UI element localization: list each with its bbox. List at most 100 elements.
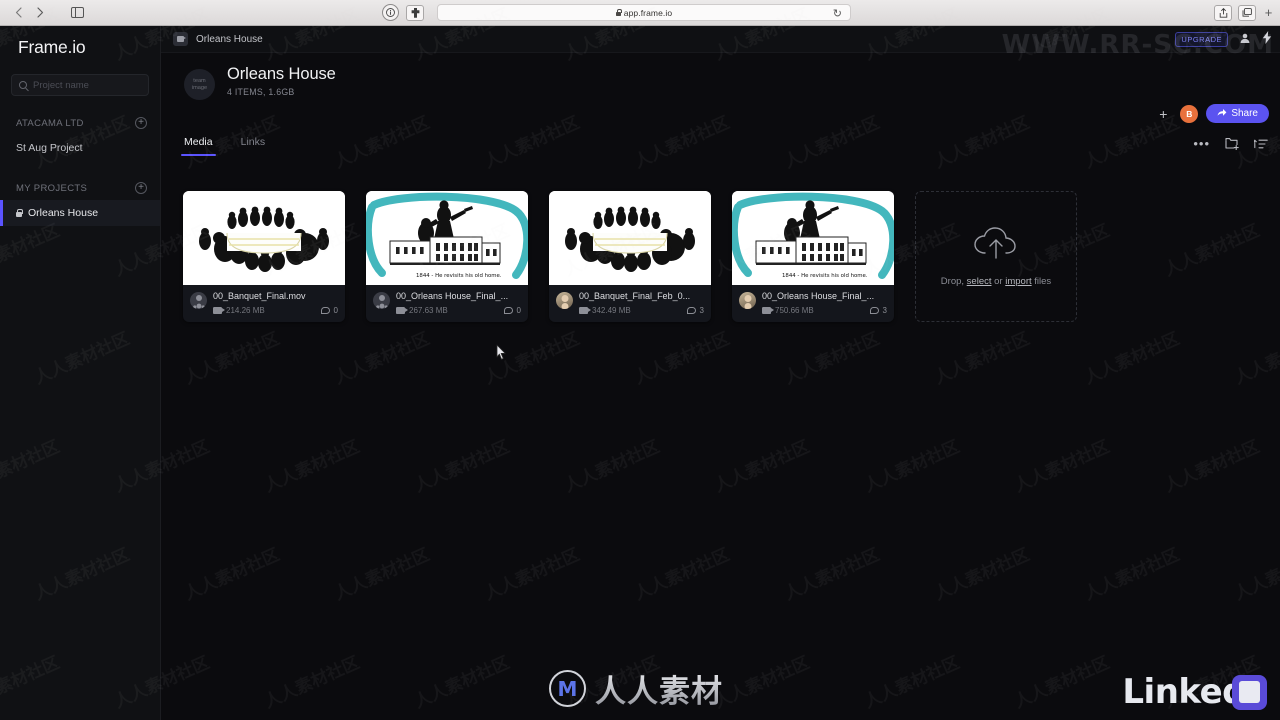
share-button-label: Share (1231, 108, 1258, 119)
uploader-avatar (556, 292, 573, 309)
url-bar[interactable]: app.frame.io ↻ (437, 4, 851, 21)
asset-text: 00_Orleans House_Final_... 267.63 MB 0 (396, 290, 521, 322)
lock-icon (16, 209, 23, 217)
sidebar-item-st-aug-project[interactable]: St Aug Project (0, 135, 160, 161)
sidebar-group-atacama: ATACAMA LTD + (0, 111, 160, 135)
top-right-toolbar: UPGRADE (1175, 31, 1272, 47)
asset-text: 00_Banquet_Final.mov 214.26 MB 0 (213, 290, 338, 322)
new-tab-icon[interactable]: + (1262, 5, 1275, 20)
sidebar-item-orleans-house[interactable]: Orleans House (0, 200, 160, 226)
asset-card[interactable]: 00_Banquet_Final.mov 214.26 MB 0 (183, 191, 345, 322)
asset-name: 00_Banquet_Final_Feb_0... (579, 291, 691, 301)
video-icon (396, 307, 409, 314)
search-wrapper (0, 58, 160, 96)
comment-count-group: 0 (320, 306, 338, 315)
video-icon (762, 307, 775, 314)
asset-size: 267.63 MB (409, 306, 448, 315)
asset-card[interactable]: 1844 - He revisits his old home. 00_Orle… (732, 191, 894, 322)
comment-count-group: 0 (503, 306, 521, 315)
project-search-box[interactable] (11, 74, 149, 96)
cloud-upload-icon (973, 226, 1019, 264)
page-title: Orleans House (227, 65, 336, 83)
search-input[interactable] (33, 79, 141, 91)
breadcrumb: Orleans House (161, 26, 1280, 53)
asset-meta: 267.63 MB 0 (396, 306, 521, 315)
project-icon (173, 32, 188, 46)
share-icon[interactable] (1214, 4, 1232, 21)
project-meta: 4 ITEMS, 1.6GB (227, 87, 295, 97)
sidebar-toggle-icon[interactable] (66, 5, 88, 21)
sidebar-group-title-my-projects: MY PROJECTS (16, 182, 88, 194)
app-logo[interactable]: Frame.io (0, 26, 160, 58)
show-tabs-icon[interactable] (1238, 4, 1256, 21)
browser-right-tools: + (1214, 4, 1275, 21)
sidebar-group-title-atacama: ATACAMA LTD (16, 117, 84, 129)
asset-name: 00_Orleans House_Final_... (396, 291, 509, 301)
more-options-icon[interactable]: ••• (1193, 137, 1210, 150)
sidebar-item-label: St Aug Project (16, 142, 83, 154)
forward-icon[interactable] (31, 4, 50, 21)
tabs: Media Links (161, 136, 1280, 168)
comment-count: 0 (516, 306, 521, 315)
svg-text:1844 - He revisits his old hom: 1844 - He revisits his old home. (782, 273, 868, 279)
new-folder-icon[interactable] (1225, 137, 1239, 150)
upload-drop-zone[interactable]: Drop, select or import files (915, 191, 1077, 322)
video-icon (213, 307, 226, 314)
lightning-icon[interactable] (1262, 31, 1272, 47)
sidebar-item-label: Orleans House (28, 207, 99, 219)
tab-media[interactable]: Media (181, 136, 216, 156)
asset-thumbnail[interactable] (549, 191, 711, 285)
view-tools: ••• (1193, 137, 1268, 150)
tab-links[interactable]: Links (241, 136, 266, 156)
drop-text-after: files (1031, 275, 1052, 287)
header-actions: + B Share (1154, 104, 1269, 123)
comment-icon (320, 307, 330, 314)
add-project-atacama-icon[interactable]: + (135, 117, 147, 129)
project-header: team image Orleans House 4 ITEMS, 1.6GB (161, 53, 1280, 123)
asset-text: 00_Banquet_Final_Feb_0... 342.49 MB 3 (579, 290, 704, 322)
asset-meta: 750.66 MB 3 (762, 306, 887, 315)
upgrade-button[interactable]: UPGRADE (1175, 31, 1228, 47)
sidebar: Frame.io ATACAMA LTD + St Aug Project MY… (0, 26, 161, 720)
sort-list-icon[interactable] (1254, 138, 1268, 150)
drop-zone-label: Drop, select or import files (941, 276, 1051, 287)
team-avatar-line2: image (191, 84, 208, 91)
drop-import-link[interactable]: import (1005, 276, 1031, 287)
asset-thumbnail[interactable] (183, 191, 345, 285)
asset-name: 00_Banquet_Final.mov (213, 291, 306, 301)
browser-nav-group (9, 4, 50, 21)
project-header-row: team image Orleans House 4 ITEMS, 1.6GB (184, 65, 1280, 100)
asset-meta: 342.49 MB 3 (579, 306, 704, 315)
sidebar-group-my-projects: MY PROJECTS + (0, 176, 160, 200)
project-title-block: Orleans House 4 ITEMS, 1.6GB (227, 65, 336, 97)
video-icon (579, 307, 592, 314)
back-icon[interactable] (9, 4, 28, 21)
share-button[interactable]: Share (1206, 104, 1269, 123)
extension-icon[interactable] (406, 4, 424, 21)
account-icon[interactable] (1239, 32, 1251, 47)
avatar[interactable]: B (1180, 104, 1199, 123)
asset-card[interactable]: 1844 - He revisits his old home. 00_Orle… (366, 191, 528, 322)
share-arrow-icon (1217, 108, 1227, 119)
asset-card[interactable]: 00_Banquet_Final_Feb_0... 342.49 MB 3 (549, 191, 711, 322)
frameio-app: Frame.io ATACAMA LTD + St Aug Project MY… (0, 26, 1280, 720)
add-collaborator-button[interactable]: + (1154, 105, 1172, 123)
add-project-my-projects-icon[interactable]: + (135, 182, 147, 194)
comment-count-group: 3 (686, 306, 704, 315)
svg-text:1844 - He revisits his old hom: 1844 - He revisits his old home. (416, 273, 502, 279)
asset-size: 750.66 MB (775, 306, 814, 315)
team-avatar[interactable]: team image (184, 69, 215, 100)
reload-icon[interactable]: ↻ (833, 7, 842, 20)
drop-select-link[interactable]: select (967, 276, 992, 287)
comment-count: 3 (699, 306, 704, 315)
breadcrumb-project-name[interactable]: Orleans House (196, 34, 263, 45)
comment-icon (869, 307, 879, 314)
comment-count: 3 (882, 306, 887, 315)
asset-thumbnail[interactable]: 1844 - He revisits his old home. (366, 191, 528, 285)
asset-info: 00_Banquet_Final.mov 214.26 MB 0 (183, 285, 345, 322)
comment-icon (686, 307, 696, 314)
privacy-report-icon[interactable] (382, 4, 399, 21)
comment-icon (503, 307, 513, 314)
asset-text: 00_Orleans House_Final_... 750.66 MB 3 (762, 290, 887, 322)
asset-thumbnail[interactable]: 1844 - He revisits his old home. (732, 191, 894, 285)
